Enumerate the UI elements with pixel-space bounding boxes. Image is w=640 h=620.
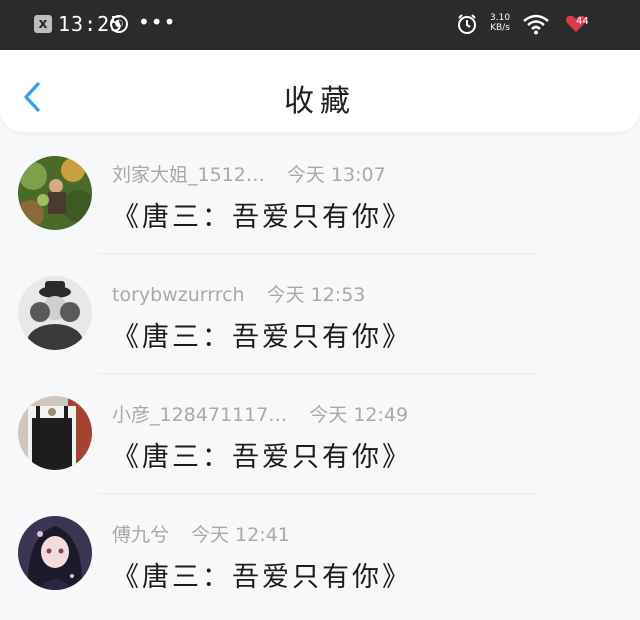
favorite-item[interactable]: 傅九兮 今天 12:41 《唐三：吾爱只有你》 [0,500,640,620]
favorite-item[interactable]: 刘家大姐_1512… 今天 13:07 《唐三：吾爱只有你》 [0,140,640,260]
username[interactable]: 傅九兮 [112,524,169,546]
item-meta: torybwzurrrch 今天 12:53 [112,280,365,307]
network-speed: 3.10 KB/s [490,13,510,33]
avatar[interactable] [18,156,92,230]
item-title[interactable]: 《唐三：吾爱只有你》 [112,195,412,234]
app-notification-icon: ◐ [110,15,128,33]
status-bar: x 13:25 ◐ ••• 3.10 KB/s 44 [0,0,640,50]
item-time: 今天 13:07 [286,164,386,186]
item-time: 今天 12:41 [191,524,290,546]
item-time: 今天 12:53 [266,284,366,306]
item-meta: 傅九兮 今天 12:41 [112,520,290,547]
close-app-icon: x [34,15,52,33]
favorite-item[interactable]: 小彦_128471117… 今天 12:49 《唐三：吾爱只有你》 [0,380,640,500]
battery-level: 44 [576,16,589,27]
username[interactable]: 刘家大姐_1512… [112,164,265,186]
avatar[interactable] [18,396,92,470]
page-header: 收藏 [0,50,640,132]
network-speed-value: 3.10 [490,13,511,23]
username[interactable]: torybwzurrrch [112,284,245,306]
item-title[interactable]: 《唐三：吾爱只有你》 [112,435,412,474]
wifi-icon [522,13,550,39]
item-meta: 刘家大姐_1512… 今天 13:07 [112,160,386,187]
alarm-icon [456,13,478,39]
username[interactable]: 小彦_128471117… [112,404,287,426]
favorite-item[interactable]: torybwzurrrch 今天 12:53 《唐三：吾爱只有你》 [0,260,640,380]
divider [98,373,538,374]
more-notifications-icon: ••• [138,10,177,34]
item-time: 今天 12:49 [309,404,409,426]
item-meta: 小彦_128471117… 今天 12:49 [112,400,408,427]
avatar[interactable] [18,276,92,350]
item-title[interactable]: 《唐三：吾爱只有你》 [112,555,412,594]
item-title[interactable]: 《唐三：吾爱只有你》 [112,315,412,354]
divider [98,253,538,254]
network-speed-unit: KB/s [490,23,510,33]
avatar[interactable] [18,516,92,590]
page-title: 收藏 [284,84,356,119]
divider [98,493,538,494]
